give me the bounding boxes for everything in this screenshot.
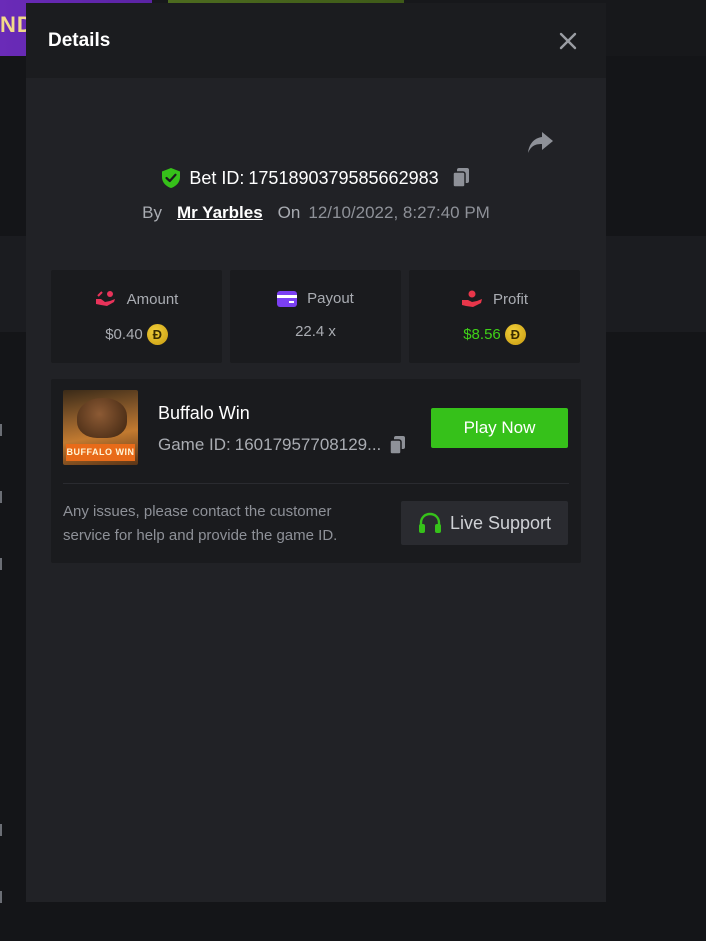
game-thumbnail-label: BUFFALO WIN	[66, 444, 135, 461]
headset-icon	[418, 512, 441, 533]
copy-bet-id-button[interactable]	[451, 167, 471, 189]
share-icon	[528, 132, 553, 153]
stat-payout: Payout 22.4 x	[230, 270, 401, 363]
game-id-value: 16017957708129...	[234, 435, 382, 454]
background-tick	[0, 424, 2, 436]
bet-details-modal: Details Bet ID: 1751890379585662983 By M…	[26, 3, 606, 902]
stat-payout-label: Payout	[307, 290, 354, 307]
stat-profit: Profit $8.56 Đ	[409, 270, 580, 363]
hand-coins-icon	[95, 291, 115, 306]
live-support-button[interactable]: Live Support	[401, 501, 568, 545]
background-tick	[0, 824, 2, 836]
by-label: By	[142, 203, 162, 222]
bet-id-line: Bet ID: 1751890379585662983	[26, 167, 606, 189]
modal-title: Details	[48, 29, 111, 51]
support-notice: Any issues, please contact the customer …	[63, 503, 338, 544]
background-tick	[0, 558, 2, 570]
buffalo-illustration	[77, 398, 127, 438]
share-button[interactable]	[526, 130, 554, 161]
background-tick	[0, 491, 2, 503]
divider	[63, 483, 569, 484]
stat-amount-value: $0.40	[105, 326, 143, 343]
play-now-button[interactable]: Play Now	[431, 408, 568, 448]
modal-header: Details	[26, 3, 606, 78]
stat-payout-value: 22.4 x	[295, 323, 336, 340]
stat-profit-value: $8.56	[463, 326, 501, 343]
copy-icon	[451, 168, 469, 188]
close-icon	[559, 32, 577, 49]
user-link[interactable]: Mr Yarbles	[177, 203, 263, 223]
bet-date: 12/10/2022, 8:27:40 PM	[308, 203, 490, 222]
game-thumbnail[interactable]: BUFFALO WIN	[63, 390, 138, 465]
bet-id-value: 1751890379585662983	[248, 167, 439, 188]
shield-check-icon	[162, 168, 181, 188]
game-name: Buffalo Win	[158, 403, 250, 423]
on-label: On	[277, 203, 301, 222]
card-icon	[277, 290, 298, 307]
stat-profit-label: Profit	[492, 290, 528, 308]
close-button[interactable]	[556, 29, 580, 53]
bet-stats: Amount $0.40 Đ Payout 22.4 x Profit $8.5…	[51, 270, 580, 363]
live-support-label: Live Support	[449, 512, 552, 533]
coin-icon: Đ	[504, 324, 526, 345]
copy-game-id-button[interactable]	[389, 435, 407, 455]
game-id-label: Game ID:	[158, 435, 231, 454]
game-id-line: Game ID: 16017957708129...	[158, 435, 407, 455]
bet-author-line: By Mr Yarbles On 12/10/2022, 8:27:40 PM	[26, 203, 606, 223]
game-card: BUFFALO WIN Buffalo Win Game ID: 1601795…	[51, 379, 581, 563]
background-tick	[0, 891, 2, 903]
coin-icon: Đ	[146, 324, 168, 345]
stat-amount: Amount $0.40 Đ	[51, 270, 222, 363]
copy-icon	[389, 436, 406, 455]
bet-id-label: Bet ID:	[189, 167, 245, 188]
hand-gift-icon	[461, 290, 482, 307]
stat-amount-label: Amount	[126, 290, 179, 308]
